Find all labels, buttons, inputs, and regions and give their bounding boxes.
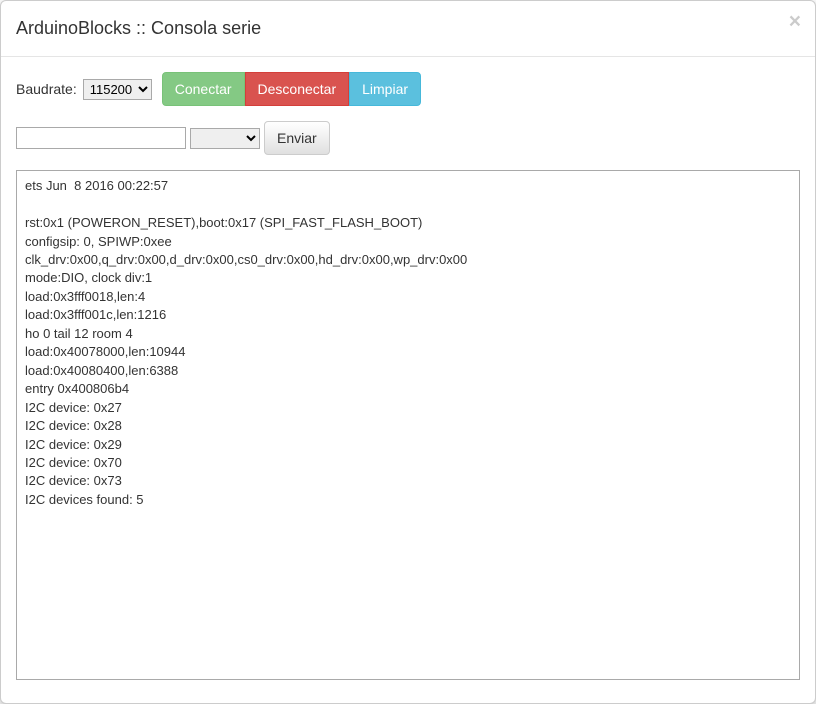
line-ending-select[interactable] [190, 128, 260, 149]
close-button[interactable]: × [789, 11, 801, 32]
connect-button[interactable]: Conectar [162, 72, 245, 106]
baudrate-label: Baudrate: [16, 81, 77, 97]
serial-console-modal: × ArduinoBlocks :: Consola serie Baudrat… [0, 0, 816, 704]
send-input[interactable] [16, 127, 186, 149]
send-toolbar: Enviar [16, 121, 800, 155]
baudrate-select[interactable]: 115200 [83, 79, 152, 100]
send-button[interactable]: Enviar [264, 121, 330, 155]
modal-title: ArduinoBlocks :: Consola serie [16, 16, 800, 41]
modal-header: ArduinoBlocks :: Consola serie [1, 1, 815, 57]
disconnect-button[interactable]: Desconectar [245, 72, 350, 106]
console-output[interactable] [16, 170, 800, 680]
baudrate-toolbar: Baudrate: 115200 Conectar Desconectar Li… [16, 72, 800, 106]
connection-button-group: Conectar Desconectar Limpiar [162, 72, 421, 106]
modal-body: Baudrate: 115200 Conectar Desconectar Li… [1, 57, 815, 698]
clear-button[interactable]: Limpiar [349, 72, 421, 106]
